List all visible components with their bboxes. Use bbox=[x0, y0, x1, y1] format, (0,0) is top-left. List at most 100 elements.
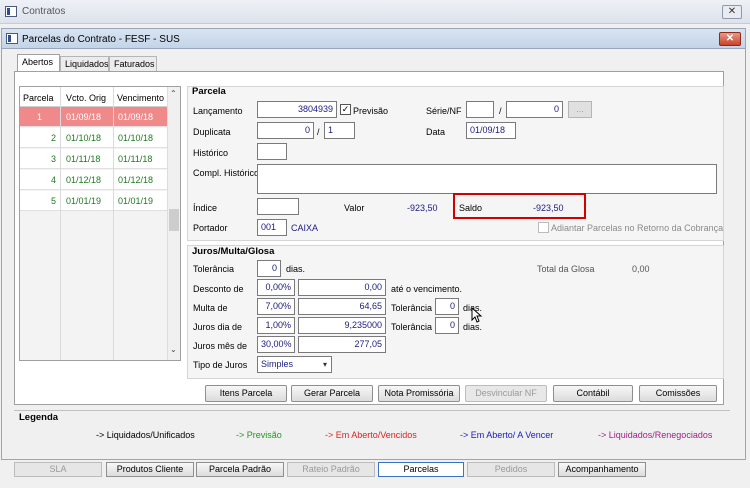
cell-vcto-orig: 01/12/18 bbox=[66, 175, 102, 185]
table-row[interactable]: 1 01/09/18 01/09/18 bbox=[20, 107, 168, 127]
juros-dia-value-field[interactable]: 9,235000 bbox=[298, 317, 386, 334]
indice-label: Índice bbox=[193, 203, 218, 213]
duplicata-seq-field[interactable]: 1 bbox=[324, 122, 355, 139]
compl-historico-field[interactable] bbox=[257, 164, 717, 194]
sla-button[interactable]: SLA bbox=[14, 462, 102, 477]
cell-parcela: 3 bbox=[51, 154, 57, 164]
parcelas-button[interactable]: Parcelas bbox=[378, 462, 464, 477]
duplicata-field[interactable]: 0 bbox=[257, 122, 314, 139]
valor-value: -923,50 bbox=[407, 203, 438, 213]
parcelas-grid[interactable]: Parcela Vcto. Orig Vencimento 1 01/09/18… bbox=[19, 86, 181, 361]
total-glosa-label: Total da Glosa bbox=[537, 264, 595, 274]
serie-field[interactable] bbox=[466, 101, 494, 118]
cell-vcto-orig: 01/10/18 bbox=[66, 133, 102, 143]
tolerancia-field[interactable]: 0 bbox=[257, 260, 281, 277]
cell-parcela: 2 bbox=[51, 133, 57, 143]
column-divider bbox=[113, 87, 114, 360]
contabil-button[interactable]: Contábil bbox=[553, 385, 633, 402]
parcela-group-title: Parcela bbox=[192, 86, 226, 97]
multa-tolerancia-field[interactable]: 0 bbox=[435, 298, 459, 315]
juros-dia-pct-field[interactable]: 1,00% bbox=[257, 317, 295, 334]
grid-scrollbar[interactable]: ⌃ ⌄ bbox=[167, 87, 180, 360]
acompanhamento-button[interactable]: Acompanhamento bbox=[558, 462, 646, 477]
data-field[interactable]: 01/09/18 bbox=[466, 122, 516, 139]
scroll-thumb[interactable] bbox=[169, 209, 179, 231]
legend-liquidados-renegociados: -> Liquidados/Renegociados bbox=[598, 430, 713, 440]
tab-abertos[interactable]: Abertos bbox=[17, 54, 60, 72]
comissoes-button[interactable]: Comissões bbox=[639, 385, 717, 402]
chevron-down-icon: ▾ bbox=[322, 360, 327, 369]
cell-vencimento: 01/01/19 bbox=[118, 196, 154, 206]
window-app-icon bbox=[6, 33, 18, 44]
scroll-down-arrow-icon[interactable]: ⌄ bbox=[170, 345, 177, 354]
column-header-vencimento[interactable]: Vencimento bbox=[117, 93, 164, 103]
cell-parcela: 5 bbox=[51, 196, 57, 206]
multa-tolerancia-label: Tolerância bbox=[391, 303, 433, 313]
juros-dias-label: dias. bbox=[463, 322, 483, 332]
ate-vencimento-label: até o vencimento. bbox=[391, 284, 463, 294]
juros-mes-value-field[interactable]: 277,05 bbox=[298, 336, 386, 353]
juros-mes-label: Juros mês de bbox=[193, 341, 248, 351]
saldo-label: Saldo bbox=[459, 203, 483, 213]
juros-mes-pct-field[interactable]: 30,00% bbox=[257, 336, 295, 353]
historico-label: Histórico bbox=[193, 148, 229, 158]
previsao-label: Previsão bbox=[353, 106, 389, 116]
nf-lookup-button[interactable]: ... bbox=[568, 101, 592, 118]
grid-header: Parcela Vcto. Orig Vencimento bbox=[20, 87, 168, 107]
table-row[interactable]: 2 01/10/18 01/10/18 bbox=[20, 128, 168, 148]
historico-field[interactable] bbox=[257, 143, 287, 160]
compl-historico-label: Compl. Histórico bbox=[193, 168, 260, 178]
multa-pct-field[interactable]: 7,00% bbox=[257, 298, 295, 315]
column-header-parcela[interactable]: Parcela bbox=[23, 93, 54, 103]
tipo-juros-value: Simples bbox=[261, 359, 294, 369]
portador-code-field[interactable]: 001 bbox=[257, 219, 287, 236]
legend-em-aberto-vencidos: -> Em Aberto/Vencidos bbox=[325, 430, 417, 440]
table-row[interactable]: 5 01/01/19 01/01/19 bbox=[20, 191, 168, 211]
tipo-juros-label: Tipo de Juros bbox=[193, 360, 248, 370]
multa-label: Multa de bbox=[193, 303, 228, 313]
tab-faturados[interactable]: Faturados bbox=[109, 56, 157, 72]
table-row[interactable]: 3 01/11/18 01/11/18 bbox=[20, 149, 168, 169]
indice-field[interactable] bbox=[257, 198, 299, 215]
desvincular-nf-button[interactable]: Desvincular NF bbox=[465, 385, 547, 402]
juros-dia-label: Juros dia de bbox=[193, 322, 243, 332]
cell-vencimento: 01/10/18 bbox=[118, 133, 154, 143]
juros-tolerancia-field[interactable]: 0 bbox=[435, 317, 459, 334]
tab-liquidados[interactable]: Liquidados bbox=[60, 56, 109, 72]
adiantar-label: Adiantar Parcelas no Retorno da Cobrança bbox=[551, 223, 724, 233]
column-header-vcto-orig[interactable]: Vcto. Orig bbox=[66, 93, 106, 103]
lancamento-field[interactable]: 3804939 bbox=[257, 101, 337, 118]
close-button[interactable]: ✕ bbox=[719, 32, 741, 46]
gerar-parcela-button[interactable]: Gerar Parcela bbox=[291, 385, 373, 402]
nf-field[interactable]: 0 bbox=[506, 101, 563, 118]
portador-name: CAIXA bbox=[291, 223, 319, 233]
adiantar-checkbox[interactable] bbox=[538, 222, 549, 233]
column-divider bbox=[60, 87, 61, 360]
nota-promissoria-button[interactable]: Nota Promissória bbox=[378, 385, 460, 402]
outer-close-button[interactable]: ✕ bbox=[722, 5, 742, 19]
tolerancia-label: Tolerância bbox=[193, 264, 235, 274]
valor-label: Valor bbox=[344, 203, 365, 213]
desconto-value-field[interactable]: 0,00 bbox=[298, 279, 386, 296]
pedidos-button[interactable]: Pedidos bbox=[467, 462, 555, 477]
table-row[interactable]: 4 01/12/18 01/12/18 bbox=[20, 170, 168, 190]
legend-liquidados-unificados: -> Liquidados/Unificados bbox=[96, 430, 195, 440]
window-app-icon bbox=[5, 6, 17, 17]
desconto-pct-field[interactable]: 0,00% bbox=[257, 279, 295, 296]
previsao-checkbox[interactable]: ✓ bbox=[340, 104, 351, 115]
multa-value-field[interactable]: 64,65 bbox=[298, 298, 386, 315]
itens-parcela-button[interactable]: Itens Parcela bbox=[205, 385, 287, 402]
juros-group-title: Juros/Multa/Glosa bbox=[192, 246, 275, 257]
desconto-label: Desconto de bbox=[193, 284, 244, 294]
produtos-cliente-button[interactable]: Produtos Cliente bbox=[106, 462, 194, 477]
tolerancia-dias-label: dias. bbox=[286, 264, 306, 274]
portador-label: Portador bbox=[193, 223, 228, 233]
lancamento-label: Lançamento bbox=[193, 106, 243, 116]
cell-vcto-orig: 01/09/18 bbox=[66, 112, 102, 122]
tipo-juros-select[interactable]: Simples ▾ bbox=[257, 356, 332, 373]
rateio-padrao-button[interactable]: Rateio Padrão bbox=[287, 462, 375, 477]
parcela-padrao-button[interactable]: Parcela Padrão bbox=[196, 462, 284, 477]
duplicata-label: Duplicata bbox=[193, 127, 231, 137]
serie-nf-label: Série/NF bbox=[426, 106, 462, 116]
scroll-up-arrow-icon[interactable]: ⌃ bbox=[170, 89, 177, 98]
